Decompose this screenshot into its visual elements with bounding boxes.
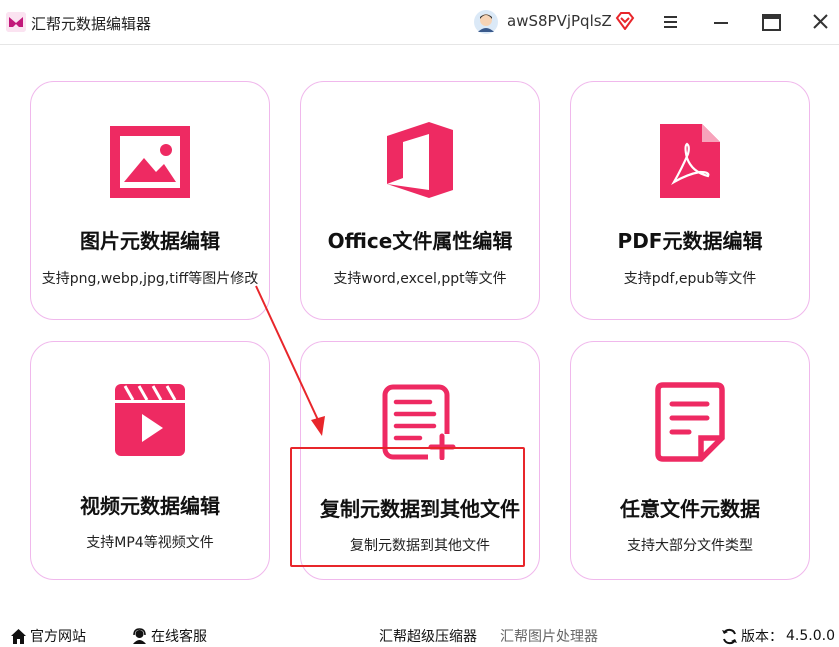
image-tool-label: 汇帮图片处理器 [500,629,598,645]
minimize-icon[interactable] [711,12,731,32]
headset-icon [133,627,146,644]
menu-icon[interactable] [663,14,681,30]
card-desc: 复制元数据到其他文件 [350,538,490,554]
card-title: 图片元数据编辑 [80,229,220,253]
version-info[interactable]: 版本： 4.5.0.0 [721,626,835,646]
card-desc: 支持MP4等视频文件 [86,535,214,551]
card-title: PDF元数据编辑 [617,229,763,253]
username[interactable]: awS8PVjPqlsZ [507,12,612,30]
official-website-link[interactable]: 官方网站 [10,626,86,646]
status-bar: 官方网站 在线客服 汇帮超级压缩器 汇帮图片处理器 版本： 4.5.0.0 [0,620,839,647]
version-number: 4.5.0.0 [786,628,835,644]
card-pdf-metadata[interactable]: PDF元数据编辑 支持pdf,epub等文件 [570,81,810,320]
card-video-metadata[interactable]: 视频元数据编辑 支持MP4等视频文件 [30,341,270,580]
card-image-metadata[interactable]: 图片元数据编辑 支持png,webp,jpg,tiff等图片修改 [30,81,270,320]
card-title: Office文件属性编辑 [327,229,513,253]
card-desc: 支持word,excel,ppt等文件 [333,271,507,287]
image-icon [110,126,190,198]
close-icon[interactable] [812,13,829,30]
card-title: 复制元数据到其他文件 [320,497,520,521]
card-title: 任意文件元数据 [620,497,760,521]
online-support-link[interactable]: 在线客服 [131,626,207,646]
card-any-file-metadata[interactable]: 任意文件元数据 支持大部分文件类型 [570,341,810,580]
card-desc: 支持pdf,epub等文件 [623,271,757,287]
user-avatar-icon[interactable] [474,10,498,34]
home-icon [11,628,26,644]
vip-diamond-icon[interactable] [615,12,635,30]
version-label: 版本： [741,629,783,645]
copy-document-icon [382,384,458,460]
compressor-link[interactable]: 汇帮超级压缩器 [379,626,477,646]
app-logo-icon [6,12,26,32]
card-desc: 支持png,webp,jpg,tiff等图片修改 [41,271,259,287]
card-desc: 支持大部分文件类型 [627,538,753,554]
image-tool-link[interactable]: 汇帮图片处理器 [500,626,598,646]
video-clapper-icon [115,384,185,456]
maximize-icon[interactable] [762,14,781,31]
card-copy-metadata[interactable]: 复制元数据到其他文件 复制元数据到其他文件 [300,341,540,580]
card-title: 视频元数据编辑 [80,494,220,518]
online-support-label: 在线客服 [151,629,207,645]
official-website-label: 官方网站 [30,629,86,645]
card-office-properties[interactable]: Office文件属性编辑 支持word,excel,ppt等文件 [300,81,540,320]
pdf-icon [660,124,720,198]
file-document-icon [655,382,725,462]
office-icon [387,122,453,198]
title-bar: 汇帮元数据编辑器 awS8PVjPqlsZ [0,0,839,45]
app-title: 汇帮元数据编辑器 [31,15,152,33]
refresh-icon [722,628,737,644]
compressor-label: 汇帮超级压缩器 [379,629,477,645]
